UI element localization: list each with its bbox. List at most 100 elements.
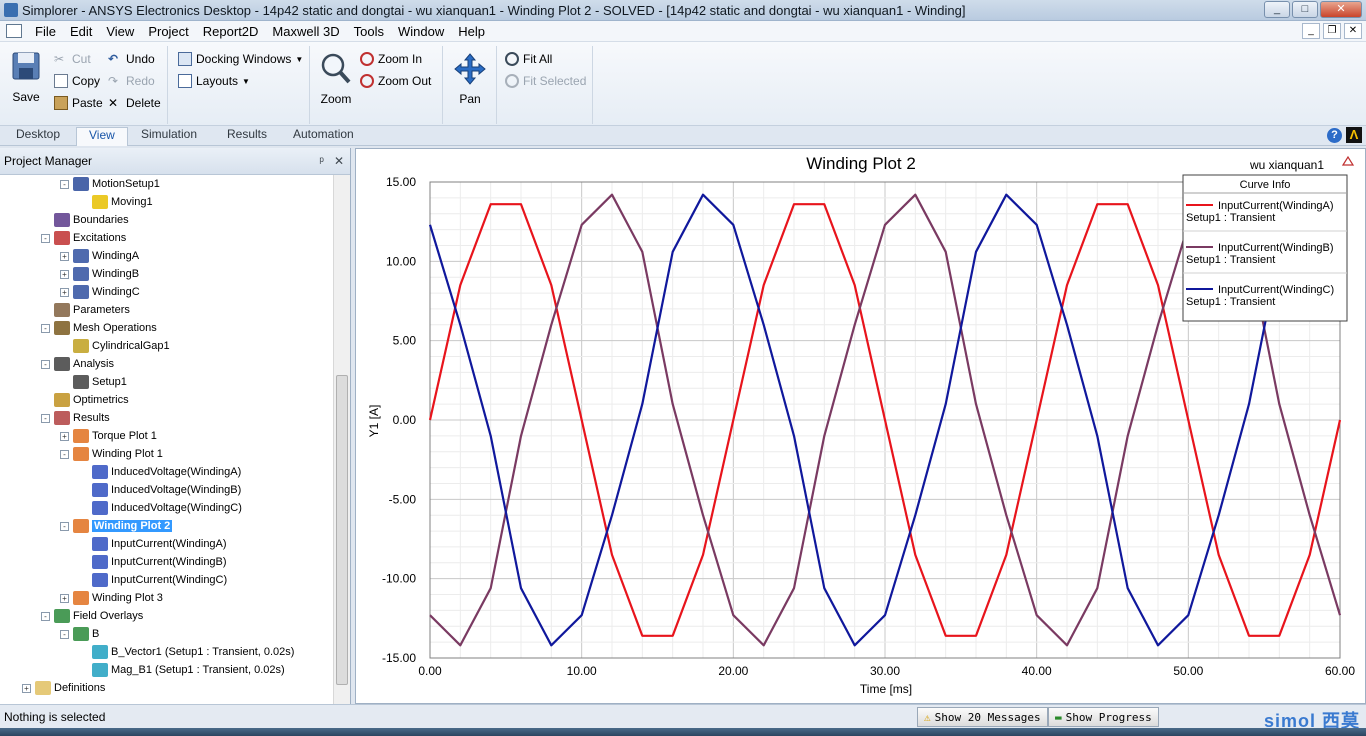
tree-node[interactable]: + WindingC <box>60 283 140 301</box>
collapse-icon[interactable]: - <box>41 323 50 333</box>
tree-node[interactable]: + Torque Plot 1 <box>60 427 157 445</box>
pan-button[interactable]: Pan <box>454 52 486 106</box>
ribbon-tabs: Desktop View Simulation Results Automati… <box>0 126 1366 146</box>
layouts-dropdown[interactable]: Layouts ▼ <box>178 74 250 88</box>
tab-simulation[interactable]: Simulation <box>141 127 197 141</box>
title-bar: Simplorer - ANSYS Electronics Desktop - … <box>0 0 1366 21</box>
tree-node-label: B <box>92 628 100 640</box>
tree-node[interactable]: - Winding Plot 2 <box>60 517 173 535</box>
tree-node[interactable]: InducedVoltage(WindingB) <box>79 481 241 499</box>
redo-label: Redo <box>126 74 155 88</box>
zoom-label: Zoom <box>320 92 352 106</box>
tree-node[interactable]: - Winding Plot 1 <box>60 445 163 463</box>
expand-icon[interactable]: + <box>22 683 31 693</box>
tree-node[interactable]: InducedVoltage(WindingA) <box>79 463 241 481</box>
collapse-icon[interactable]: - <box>41 611 50 621</box>
delete-button[interactable]: ✕ Delete <box>108 96 161 110</box>
tree-node[interactable]: - Mesh Operations <box>41 319 157 337</box>
tree-node[interactable]: CylindricalGap1 <box>60 337 170 355</box>
tree-node[interactable]: InputCurrent(WindingA) <box>79 535 227 553</box>
expand-icon[interactable]: + <box>60 593 69 603</box>
collapse-icon[interactable]: - <box>60 629 69 639</box>
tab-results[interactable]: Results <box>227 127 267 141</box>
tab-view[interactable]: View <box>76 127 128 146</box>
zoom-in-button[interactable]: Zoom In <box>360 52 422 66</box>
tree-node[interactable]: InputCurrent(WindingB) <box>79 553 227 571</box>
collapse-icon[interactable]: - <box>60 179 69 189</box>
tree-node[interactable]: Parameters <box>41 301 130 319</box>
tree-node[interactable]: + WindingB <box>60 265 139 283</box>
tree-node[interactable]: B_Vector1 (Setup1 : Transient, 0.02s) <box>79 643 294 661</box>
collapse-icon[interactable]: - <box>41 413 50 423</box>
expand-icon[interactable]: + <box>60 287 69 297</box>
tree-node[interactable]: Boundaries <box>41 211 129 229</box>
save-button[interactable]: Save <box>10 50 42 104</box>
tree-node[interactable]: - Excitations <box>41 229 126 247</box>
legend[interactable]: Curve InfoInputCurrent(WindingA)Setup1 :… <box>1182 174 1348 322</box>
collapse-icon[interactable]: - <box>41 233 50 243</box>
pin-icon[interactable]: ᵖ <box>319 154 324 168</box>
expand-icon[interactable]: + <box>60 431 69 441</box>
tab-automation[interactable]: Automation <box>293 127 354 141</box>
tree-node[interactable]: Moving1 <box>79 193 153 211</box>
tree-node[interactable]: -B <box>60 625 99 643</box>
menu-edit[interactable]: Edit <box>63 24 99 39</box>
folder-icon <box>35 681 51 695</box>
menu-view[interactable]: View <box>99 24 141 39</box>
tree-node[interactable]: - Analysis <box>41 355 114 373</box>
menu-report2d[interactable]: Report2D <box>196 24 266 39</box>
tree-node[interactable]: Optimetrics <box>41 391 129 409</box>
winding-plot-chart[interactable]: 0.00 10.00 20.00 30.00 40.00 50.00 60.00 15.00 1… <box>356 149 1365 703</box>
excitations-icon <box>54 231 70 245</box>
minimize-button[interactable]: _ <box>1264 1 1290 18</box>
zoom-out-button[interactable]: Zoom Out <box>360 74 431 88</box>
collapse-icon[interactable]: - <box>60 449 69 459</box>
doc-close-button[interactable]: ✕ <box>1344 23 1362 39</box>
menu-help[interactable]: Help <box>451 24 492 39</box>
results-icon <box>54 411 70 425</box>
expand-icon[interactable]: + <box>60 269 69 279</box>
menu-maxwell-3d[interactable]: Maxwell 3D <box>265 24 346 39</box>
tree-node[interactable]: Mag_B1 (Setup1 : Transient, 0.02s) <box>79 661 285 679</box>
panel-close-icon[interactable]: ✕ <box>334 154 344 168</box>
tree-node[interactable]: Setup1 <box>60 373 127 391</box>
cut-button[interactable]: ✂ Cut <box>54 52 91 66</box>
expand-icon[interactable]: + <box>60 251 69 261</box>
menu-window[interactable]: Window <box>391 24 451 39</box>
menu-file[interactable]: File <box>28 24 63 39</box>
tree-node[interactable]: + Definitions <box>22 679 105 697</box>
zoom-button[interactable]: Zoom <box>320 52 352 106</box>
menu-tools[interactable]: Tools <box>347 24 391 39</box>
tree-node[interactable]: - Results <box>41 409 110 427</box>
document-menu-icon[interactable] <box>6 24 22 38</box>
show-progress-button[interactable]: ▬ Show Progress <box>1048 707 1159 727</box>
fit-selected-button[interactable]: Fit Selected <box>505 74 586 88</box>
x-tick-label: 60.00 <box>1325 664 1355 678</box>
show-messages-button[interactable]: ⚠ Show 20 Messages <box>917 707 1048 727</box>
tree-node[interactable]: InputCurrent(WindingC) <box>79 571 227 589</box>
redo-button[interactable]: ↷ Redo <box>108 74 155 88</box>
doc-restore-button[interactable]: ❐ <box>1323 23 1341 39</box>
tree-scrollbar[interactable] <box>333 175 350 704</box>
paste-button[interactable]: Paste <box>54 96 103 110</box>
help-icon[interactable]: ? <box>1327 128 1342 143</box>
tree-node[interactable]: - MotionSetup1 <box>60 175 160 193</box>
tree-node[interactable]: + WindingA <box>60 247 139 265</box>
doc-minimize-button[interactable]: _ <box>1302 23 1320 39</box>
close-button[interactable]: ✕ <box>1320 1 1362 18</box>
collapse-icon[interactable]: - <box>60 521 69 531</box>
copy-button[interactable]: Copy <box>54 74 100 88</box>
collapse-icon[interactable]: - <box>41 359 50 369</box>
fit-all-button[interactable]: Fit All <box>505 52 552 66</box>
tree-node[interactable]: + Winding Plot 3 <box>60 589 163 607</box>
docking-windows-dropdown[interactable]: Docking Windows ▼ <box>178 52 303 66</box>
scrollbar-thumb[interactable] <box>336 375 348 685</box>
maximize-button[interactable]: □ <box>1292 1 1318 18</box>
plot-window[interactable]: 0.00 10.00 20.00 30.00 40.00 50.00 60.00 15.00 1… <box>355 148 1366 704</box>
tree-node[interactable]: InducedVoltage(WindingC) <box>79 499 242 517</box>
tree-node[interactable]: - Field Overlays <box>41 607 143 625</box>
undo-button[interactable]: ↶ Undo <box>108 52 155 66</box>
tab-desktop[interactable]: Desktop <box>16 127 60 141</box>
menu-project[interactable]: Project <box>141 24 195 39</box>
